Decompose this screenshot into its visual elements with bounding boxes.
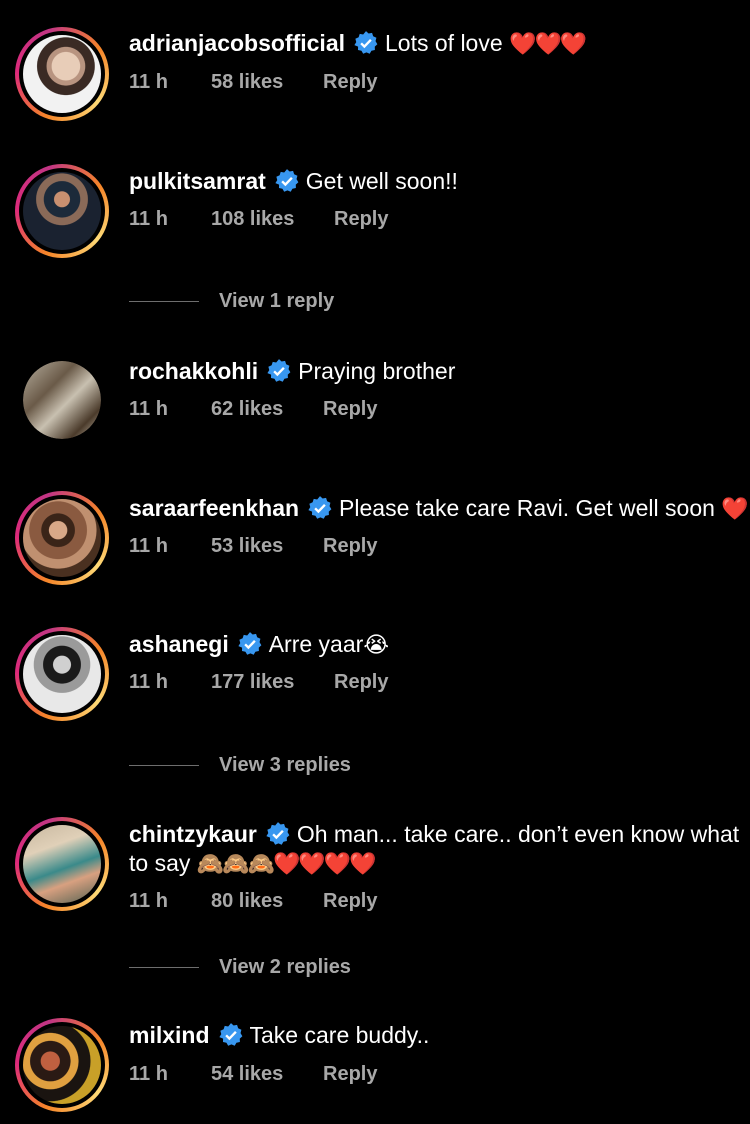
comment-text: adrianjacobsofficial Lots of love ❤️❤️❤️ bbox=[129, 29, 744, 58]
verified-badge-icon bbox=[354, 31, 378, 54]
view-replies-label: View 2 replies bbox=[219, 955, 351, 978]
likes-count[interactable]: 62 likes bbox=[211, 398, 283, 421]
avatar[interactable] bbox=[15, 1018, 109, 1112]
view-replies-button[interactable]: View 1 reply bbox=[129, 286, 334, 316]
likes-count[interactable]: 53 likes bbox=[211, 535, 283, 558]
reply-button[interactable]: Reply bbox=[323, 535, 377, 558]
profile-photo bbox=[23, 361, 101, 439]
comment-text: ashanegi Arre yaar😭 bbox=[129, 630, 744, 659]
reply-button[interactable]: Reply bbox=[323, 890, 377, 913]
username[interactable]: rochakkohli bbox=[129, 358, 258, 384]
reply-button[interactable]: Reply bbox=[323, 71, 377, 94]
username[interactable]: pulkitsamrat bbox=[129, 168, 266, 194]
avatar[interactable] bbox=[15, 491, 109, 585]
reply-button[interactable]: Reply bbox=[334, 671, 388, 694]
verified-badge-icon bbox=[238, 632, 262, 655]
likes-count[interactable]: 80 likes bbox=[211, 890, 283, 913]
comment-body: Lots of love bbox=[385, 30, 510, 56]
timestamp: 11 h bbox=[129, 71, 168, 93]
reply-button[interactable]: Reply bbox=[334, 208, 388, 231]
view-replies-label: View 1 reply bbox=[219, 289, 335, 312]
avatar[interactable] bbox=[23, 361, 101, 439]
verified-badge-icon bbox=[218, 1023, 242, 1046]
avatar[interactable] bbox=[15, 627, 109, 721]
comment-text: chintzykaur Oh man... take care.. don’t e… bbox=[129, 820, 744, 878]
profile-photo bbox=[23, 825, 101, 903]
comment-text: rochakkohli Praying brother bbox=[129, 357, 744, 386]
username[interactable]: adrianjacobsofficial bbox=[129, 30, 345, 56]
profile-photo bbox=[23, 172, 101, 250]
username[interactable]: chintzykaur bbox=[129, 821, 257, 847]
heart-emoji: ❤️ bbox=[721, 496, 748, 521]
likes-count[interactable]: 177 likes bbox=[211, 671, 294, 694]
comment-text: saraarfeenkhan Please take care Ravi. Get… bbox=[129, 494, 749, 523]
reply-button[interactable]: Reply bbox=[323, 1063, 377, 1086]
crying-emoji: 😭 bbox=[363, 632, 390, 657]
timestamp: 11 h bbox=[129, 1063, 168, 1085]
verified-badge-icon bbox=[275, 169, 299, 192]
username[interactable]: saraarfeenkhan bbox=[129, 495, 299, 521]
comment-text: milxind Take care buddy.. bbox=[129, 1021, 744, 1050]
verified-badge-icon bbox=[267, 359, 291, 382]
avatar[interactable] bbox=[15, 164, 109, 258]
likes-count[interactable]: 58 likes bbox=[211, 71, 283, 94]
timestamp: 11 h bbox=[129, 890, 168, 912]
likes-count[interactable]: 54 likes bbox=[211, 1063, 283, 1086]
view-replies-button[interactable]: View 2 replies bbox=[129, 952, 351, 982]
profile-photo bbox=[23, 35, 101, 113]
reply-button[interactable]: Reply bbox=[323, 398, 377, 421]
divider bbox=[129, 764, 199, 766]
emoji-string: 🙈🙈🙈❤️❤️❤️❤️ bbox=[196, 851, 377, 876]
divider bbox=[129, 300, 199, 302]
comment-body: Please take care Ravi. Get well soon bbox=[339, 495, 722, 521]
comment-body: Arre yaar bbox=[268, 631, 364, 657]
likes-count[interactable]: 108 likes bbox=[211, 208, 294, 231]
view-replies-label: View 3 replies bbox=[219, 753, 351, 776]
avatar[interactable] bbox=[15, 817, 109, 911]
username[interactable]: ashanegi bbox=[129, 631, 229, 657]
view-replies-button[interactable]: View 3 replies bbox=[129, 750, 351, 780]
verified-badge-icon bbox=[308, 496, 332, 519]
timestamp: 11 h bbox=[129, 398, 168, 420]
timestamp: 11 h bbox=[129, 671, 168, 693]
profile-photo bbox=[23, 635, 101, 713]
profile-photo bbox=[23, 1026, 101, 1104]
timestamp: 11 h bbox=[129, 535, 168, 557]
comment-body: Get well soon!! bbox=[305, 168, 458, 194]
timestamp: 11 h bbox=[129, 208, 168, 230]
avatar[interactable] bbox=[15, 27, 109, 121]
comment-body: Praying brother bbox=[298, 358, 456, 384]
heart-emoji: ❤️❤️❤️ bbox=[509, 31, 587, 56]
comment-body: Take care buddy.. bbox=[249, 1022, 430, 1048]
divider bbox=[129, 966, 199, 968]
comment-text: pulkitsamrat Get well soon!! bbox=[129, 167, 744, 196]
profile-photo bbox=[23, 499, 101, 577]
username[interactable]: milxind bbox=[129, 1022, 210, 1048]
verified-badge-icon bbox=[266, 822, 290, 845]
